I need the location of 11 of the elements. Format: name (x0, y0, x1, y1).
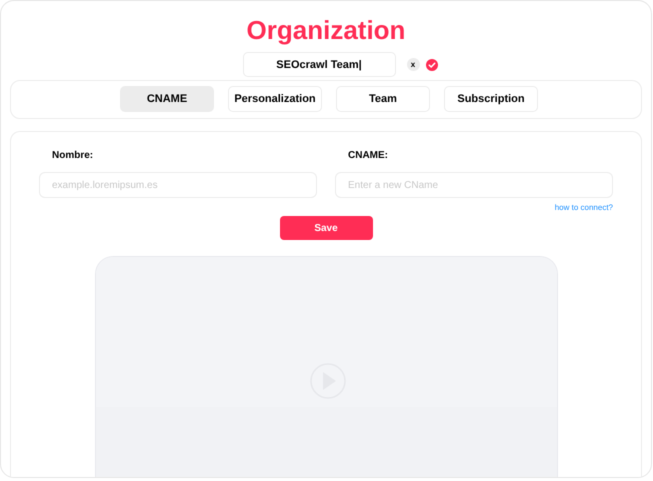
page-title: Organization (246, 15, 406, 45)
save-button[interactable]: Save (280, 216, 372, 240)
tab[interactable]: Team (336, 86, 430, 112)
field-label: CNAME: (348, 149, 389, 162)
confirm-check-icon[interactable] (426, 58, 438, 70)
tab[interactable]: CNAME (120, 86, 214, 112)
tab[interactable]: Subscription (444, 86, 538, 112)
name-field[interactable]: SEOcrawl Team| (242, 52, 396, 77)
clear-button[interactable]: x (406, 58, 420, 71)
tab[interactable]: Personalization (228, 86, 322, 112)
field-label: Nombre: (52, 149, 94, 162)
